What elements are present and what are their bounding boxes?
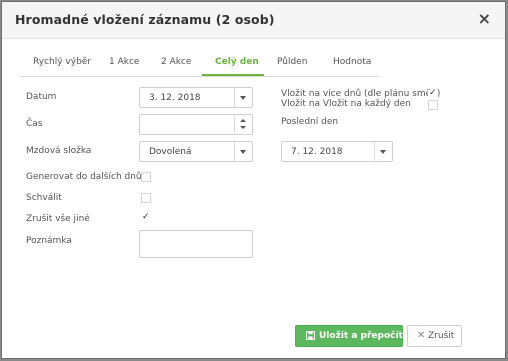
cancel-all-other-label: Zrušit vše jiné xyxy=(26,214,90,224)
floppy-disk-icon xyxy=(306,331,315,340)
last-day-value: 7. 12. 2018 xyxy=(291,147,343,157)
insert-each-day-label: Vložit na Vložit na každý den xyxy=(281,99,411,109)
date-label: Datum xyxy=(26,92,57,102)
chevron-down-icon xyxy=(240,150,246,154)
insert-multiple-days-label: Vložit na více dnů (dle plánu směn) xyxy=(281,89,441,99)
close-icon[interactable]: × xyxy=(478,10,491,28)
chevron-down-icon xyxy=(240,96,246,100)
generate-next-days-label: Generovat do dalších dnů xyxy=(26,172,142,182)
last-day-dropdown-button[interactable] xyxy=(374,142,392,161)
tab-value[interactable]: Hodnota xyxy=(333,57,371,67)
note-textarea[interactable] xyxy=(139,230,253,258)
tab-full-day[interactable]: Celý den xyxy=(215,57,259,67)
last-day-picker[interactable]: 7. 12. 2018 xyxy=(281,141,393,162)
save-button-label: Uložit a přepočítat xyxy=(319,331,414,341)
tab-1-action[interactable]: 1 Akce xyxy=(109,57,139,67)
spin-up-icon xyxy=(240,119,246,122)
tab-half-day[interactable]: Půlden xyxy=(277,57,307,67)
insert-each-day-checkbox[interactable] xyxy=(428,100,438,110)
approve-checkbox[interactable] xyxy=(141,193,151,203)
spin-down-icon xyxy=(240,126,246,129)
payroll-component-select[interactable]: Dovolená xyxy=(139,141,253,162)
payroll-component-value: Dovolená xyxy=(149,147,192,157)
dialog-header: Hromadné vložení záznamu (2 osob) × xyxy=(2,2,505,39)
cancel-all-other-checkbox[interactable]: ✓ xyxy=(141,212,151,224)
check-icon: ✓ xyxy=(142,212,150,222)
cancel-button-label: Zrušit xyxy=(428,331,455,341)
note-label: Poznámka xyxy=(26,236,72,246)
check-icon: ✓ xyxy=(429,88,437,98)
approve-label: Schválit xyxy=(26,193,62,203)
payroll-component-label: Mzdová složka xyxy=(26,146,92,156)
dialog-title: Hromadné vložení záznamu (2 osob) xyxy=(15,12,275,27)
active-tab-indicator xyxy=(202,74,264,76)
time-label: Čas xyxy=(26,119,43,129)
generate-next-days-checkbox[interactable] xyxy=(141,172,151,182)
bulk-insert-dialog: Hromadné vložení záznamu (2 osob) × Rych… xyxy=(1,1,506,359)
tab-quick-select[interactable]: Rychlý výběr xyxy=(33,57,91,67)
tab-2-actions[interactable]: 2 Akce xyxy=(161,57,191,67)
time-spin-button[interactable] xyxy=(234,115,252,134)
date-dropdown-button[interactable] xyxy=(234,88,252,107)
date-value: 3. 12. 2018 xyxy=(149,93,201,103)
insert-multiple-days-checkbox[interactable]: ✓ xyxy=(428,88,438,100)
payroll-dropdown-button[interactable] xyxy=(234,142,252,161)
tab-bar: Rychlý výběr 1 Akce 2 Akce Celý den Půld… xyxy=(19,52,379,77)
last-day-label: Poslední den xyxy=(281,117,339,127)
save-and-recalculate-button[interactable]: Uložit a přepočítat xyxy=(295,325,413,347)
cancel-button[interactable]: ✕ Zrušit xyxy=(407,325,462,347)
close-icon: ✕ xyxy=(417,330,426,341)
time-stepper[interactable] xyxy=(139,114,253,135)
chevron-down-icon xyxy=(380,150,386,154)
date-picker[interactable]: 3. 12. 2018 xyxy=(139,87,253,108)
